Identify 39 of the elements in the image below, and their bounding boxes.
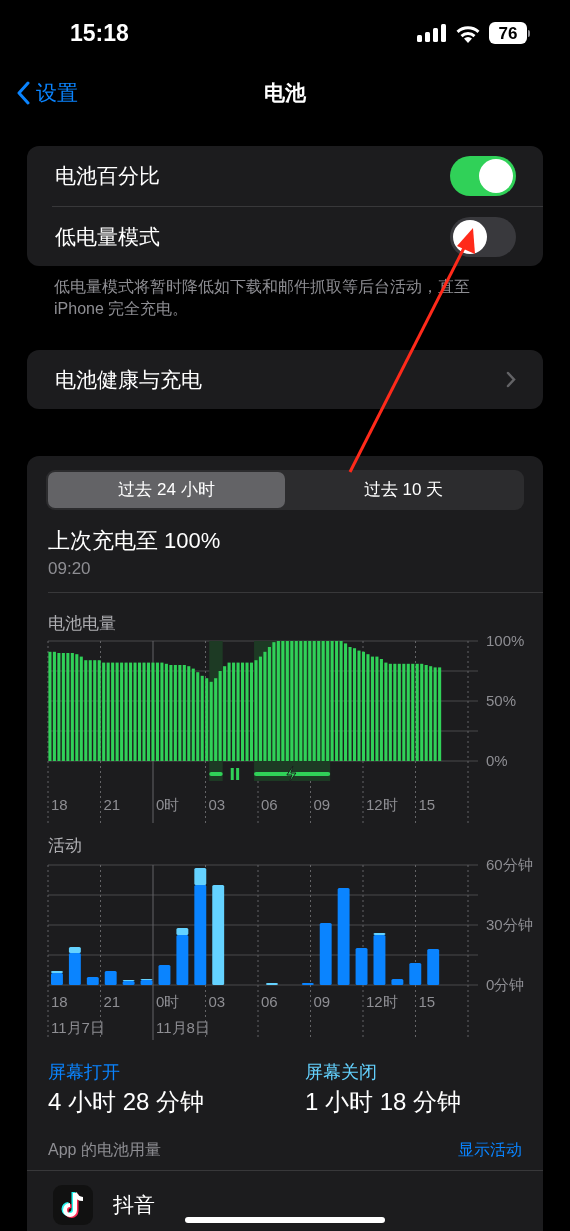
battery-indicator: 76 — [489, 22, 530, 44]
setting-label: 低电量模式 — [55, 223, 160, 250]
axis-label: 09 — [313, 796, 331, 813]
date-label: 11月8日 — [156, 1019, 210, 1036]
axis-label: 06 — [261, 796, 278, 813]
axis-label: 03 — [208, 796, 226, 813]
app-name: 抖音 — [113, 1192, 155, 1219]
axis-label: 0时 — [156, 993, 180, 1010]
axis-label: 03 — [208, 993, 226, 1010]
stat-label: 屏幕打开 — [48, 1061, 121, 1084]
page-title: 电池 — [264, 80, 306, 107]
chart-title: 电池电量 — [47, 613, 117, 635]
axis-label: 18 — [51, 993, 68, 1010]
axis-label: 0% — [486, 752, 508, 769]
axis-label: 06 — [261, 993, 278, 1010]
last-charge-time: 09:20 — [48, 558, 92, 580]
axis-label: 30分钟 — [486, 916, 533, 933]
axis-label: 15 — [418, 796, 436, 813]
stat-value: 1 小时 18 分钟 — [305, 1087, 463, 1117]
stat-value: 4 小时 28 分钟 — [48, 1087, 206, 1117]
axis-label: 21 — [103, 993, 121, 1010]
status-time: 15:18 — [70, 18, 129, 48]
axis-label: 100% — [486, 635, 525, 649]
axis-label: 50% — [486, 692, 517, 709]
axis-label: 12时 — [366, 993, 398, 1010]
axis-label: 0时 — [156, 796, 180, 813]
last-charge-title: 上次充电至 100% — [48, 527, 222, 555]
axis-label: 12时 — [366, 796, 398, 813]
stat-label: 屏幕关闭 — [305, 1061, 378, 1084]
axis-label: 09 — [313, 993, 331, 1010]
axis-label: 18 — [51, 796, 68, 813]
axis-label: 21 — [103, 796, 121, 813]
axis-label: 15 — [418, 993, 436, 1010]
date-label: 11月7日 — [51, 1019, 105, 1036]
axis-label: 60分钟 — [486, 857, 533, 873]
section-header: App 的电池用量 — [48, 1140, 161, 1160]
chart-title: 活动 — [47, 835, 83, 857]
setting-label: 电池百分比 — [55, 163, 160, 190]
axis-label: 0分钟 — [486, 976, 525, 993]
